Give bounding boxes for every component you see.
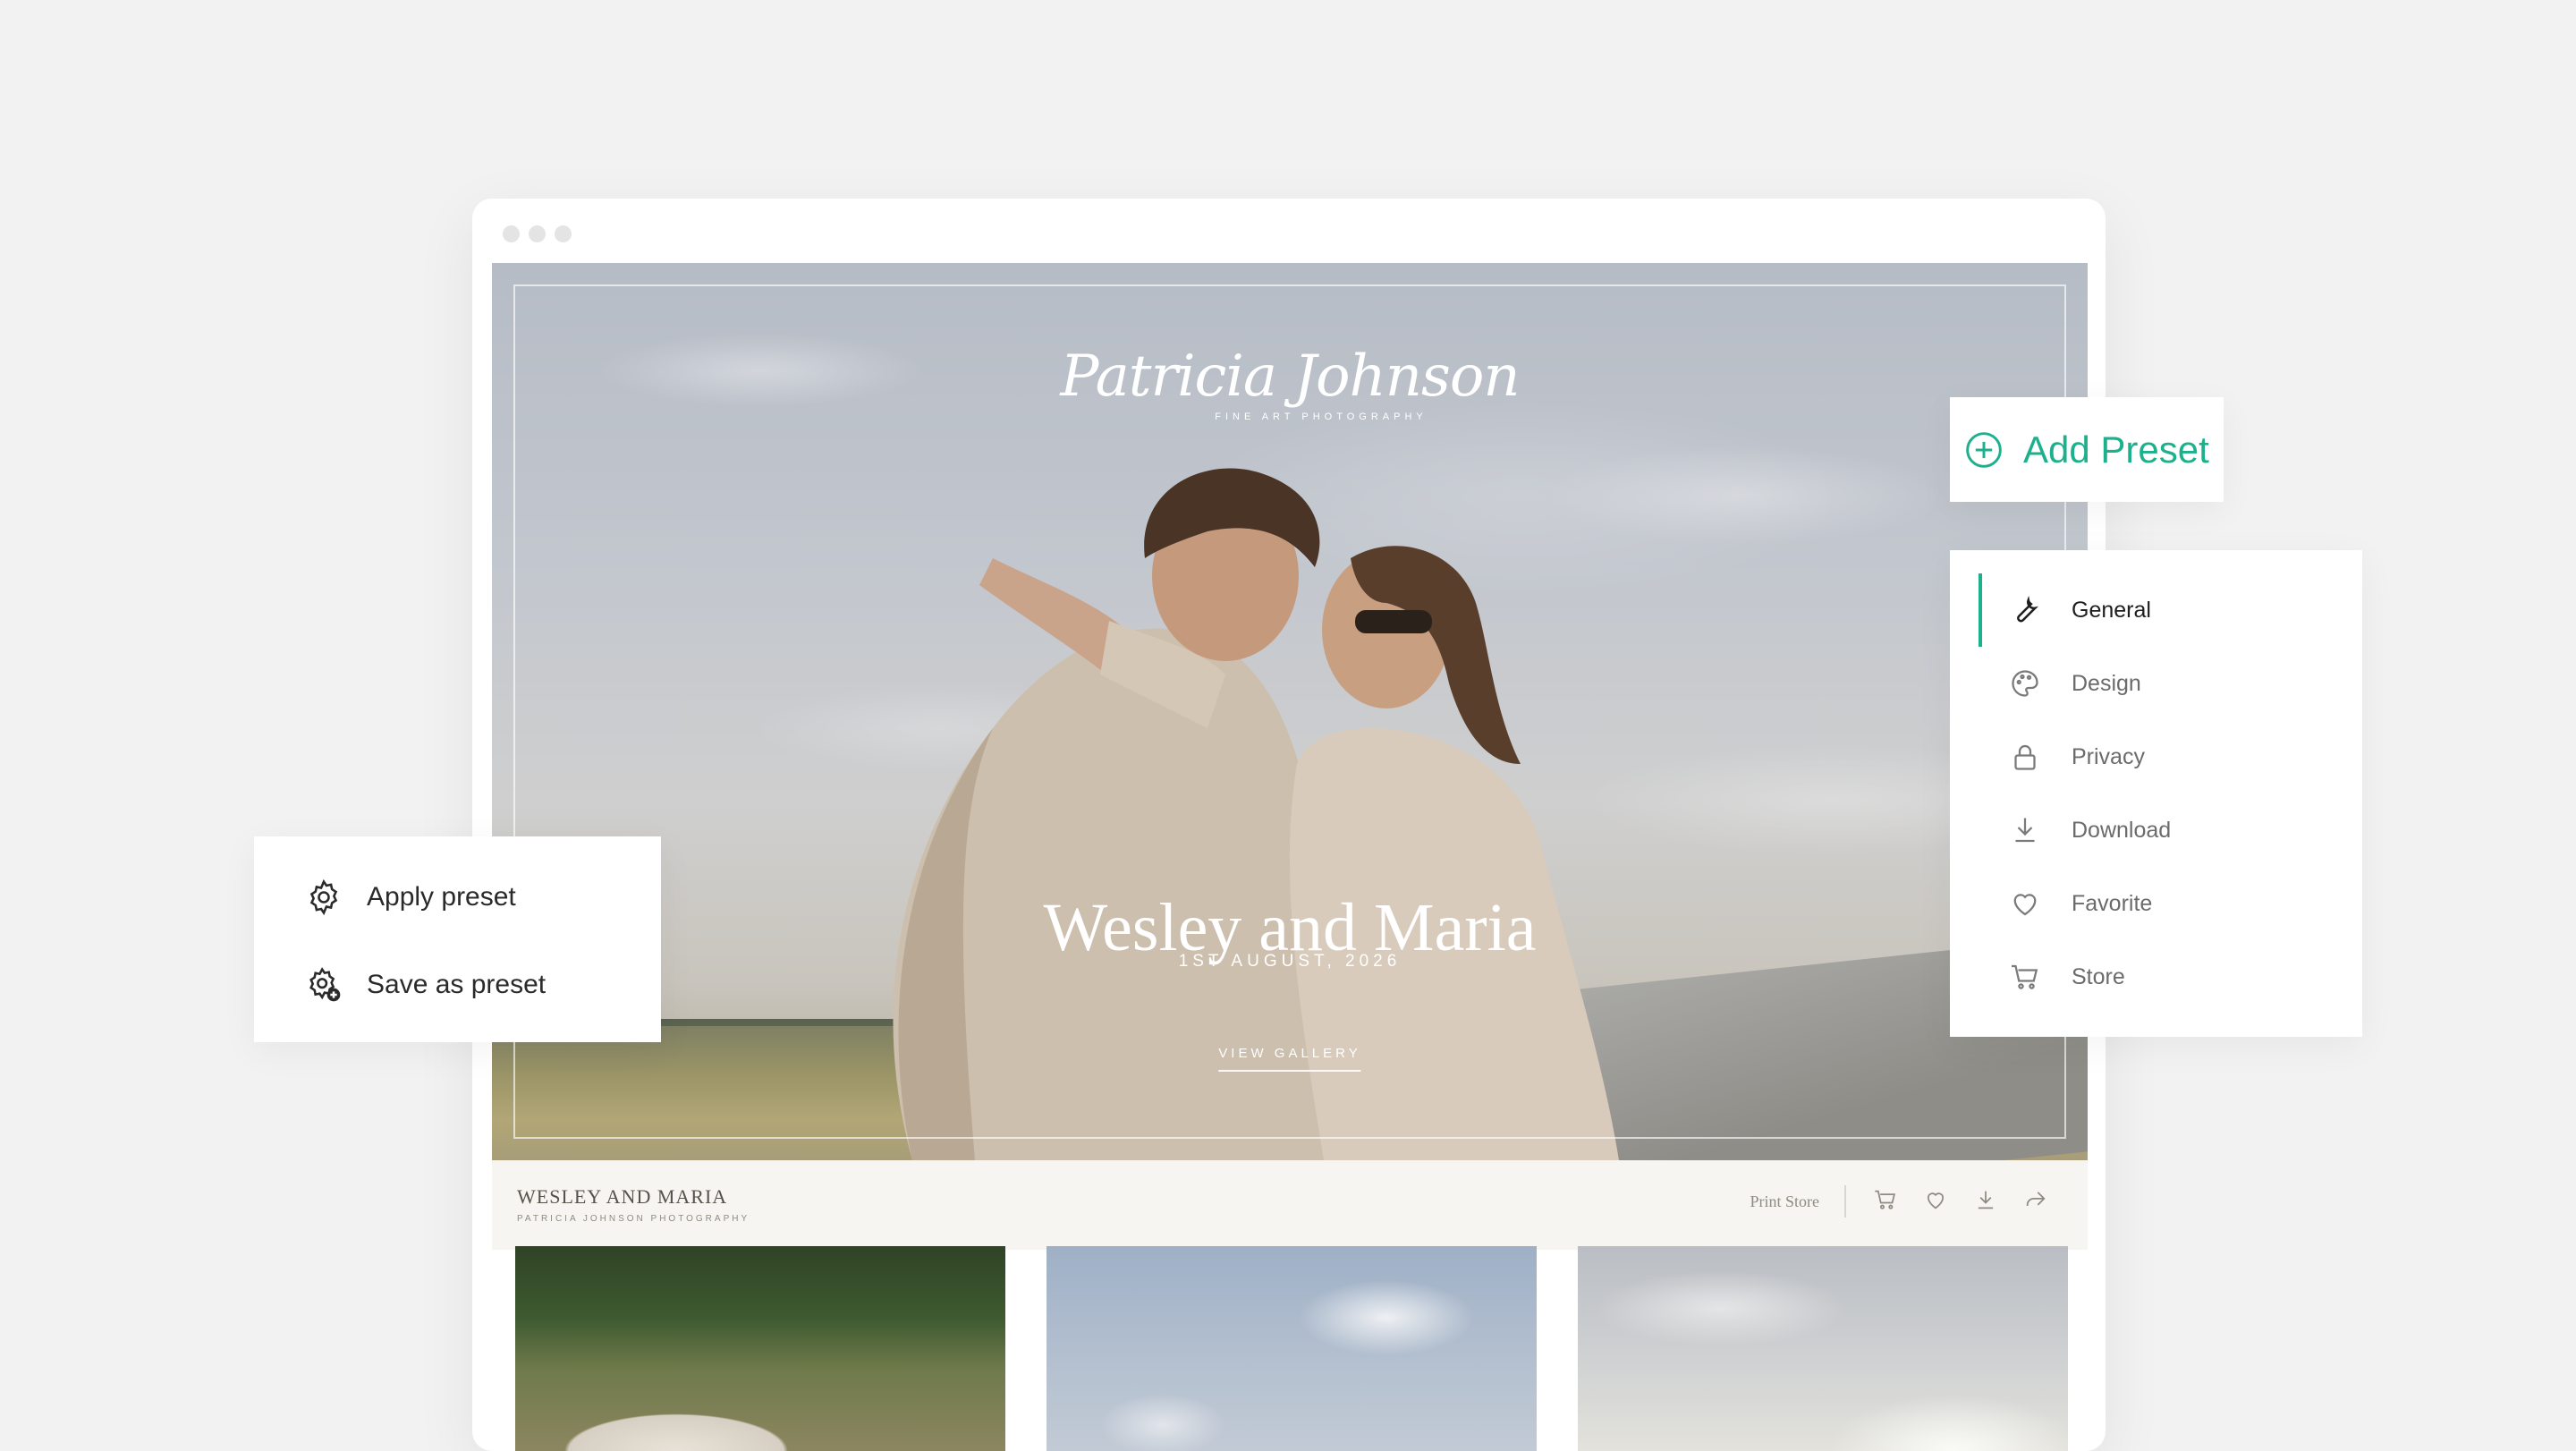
gallery-thumbnail[interactable]	[1578, 1246, 2068, 1451]
menu-item-download[interactable]: Download	[1950, 793, 2362, 867]
apply-preset-label: Apply preset	[367, 882, 516, 912]
plus-circle-icon	[1966, 431, 2002, 468]
apply-preset-item[interactable]: Apply preset	[254, 866, 661, 929]
menu-item-label: Store	[2072, 963, 2125, 989]
save-as-preset-label: Save as preset	[367, 970, 547, 999]
gallery-actions	[1873, 1187, 2048, 1212]
thumbnail-image	[1046, 1246, 1537, 1451]
thumbnail-image	[1578, 1246, 2068, 1451]
print-store-link[interactable]: Print Store	[1750, 1192, 1819, 1211]
gallery-bar-title: WESLEY AND MARIA	[517, 1185, 728, 1208]
cart-icon	[2012, 964, 2038, 989]
wrench-icon	[2017, 595, 2039, 623]
menu-item-label: Design	[2072, 670, 2141, 696]
window-dot-minimize[interactable]	[529, 225, 546, 242]
menu-item-store[interactable]: Store	[1950, 940, 2362, 1014]
menu-item-design[interactable]: Design	[1950, 647, 2362, 720]
save-as-preset-item[interactable]: Save as preset	[254, 954, 661, 1016]
heart-icon[interactable]	[1923, 1187, 1948, 1212]
preset-menu: Apply preset Save as preset	[254, 836, 661, 1042]
logo-script: Patricia Johnson	[1060, 344, 1520, 410]
gallery-thumbnail[interactable]	[1046, 1246, 1537, 1451]
gear-plus-icon	[309, 967, 341, 1002]
menu-item-label: Download	[2072, 817, 2172, 843]
logo-subtitle: FINE ART PHOTOGRAPHY	[1215, 412, 1428, 422]
gallery-thumbnail[interactable]	[515, 1246, 1005, 1451]
menu-item-privacy[interactable]: Privacy	[1950, 720, 2362, 793]
photographer-logo: Patricia Johnson FINE ART PHOTOGRAPHY	[492, 344, 2088, 422]
add-preset-label: Add Preset	[2023, 428, 2209, 471]
window-dot-close[interactable]	[503, 225, 520, 242]
menu-item-label: General	[2072, 597, 2151, 623]
gallery-date: 1ST AUGUST, 2026	[1178, 952, 1402, 971]
lock-icon	[2014, 744, 2036, 770]
menu-item-label: Favorite	[2072, 890, 2153, 916]
add-preset-button[interactable]: Add Preset	[1950, 397, 2224, 502]
menu-item-label: Privacy	[2072, 743, 2145, 769]
settings-menu: General Design Privacy Download Favorite…	[1950, 550, 2362, 1037]
palette-icon	[2012, 670, 2038, 697]
share-icon[interactable]	[2023, 1187, 2048, 1212]
toolbar-divider	[1844, 1185, 1846, 1218]
gallery-header-bar: WESLEY AND MARIA PATRICIA JOHNSON PHOTOG…	[492, 1160, 2088, 1250]
cart-icon[interactable]	[1873, 1187, 1898, 1212]
window-dot-maximize[interactable]	[555, 225, 572, 242]
heart-icon	[2013, 894, 2037, 916]
view-gallery-link[interactable]: VIEW GALLERY	[1218, 1046, 1361, 1072]
browser-window: Patricia Johnson FINE ART PHOTOGRAPHY We…	[472, 199, 2106, 1451]
thumbnail-image	[515, 1246, 1005, 1451]
gallery-bar-subtitle: PATRICIA JOHNSON PHOTOGRAPHY	[517, 1214, 750, 1224]
window-controls	[503, 225, 572, 242]
download-icon	[2015, 818, 2035, 843]
gear-icon	[309, 878, 338, 916]
active-indicator	[1979, 573, 1982, 647]
gallery-cover-image: Patricia Johnson FINE ART PHOTOGRAPHY We…	[492, 263, 2088, 1160]
download-icon[interactable]	[1973, 1187, 1998, 1212]
menu-item-general[interactable]: General	[1950, 573, 2362, 647]
menu-item-favorite[interactable]: Favorite	[1950, 867, 2362, 940]
